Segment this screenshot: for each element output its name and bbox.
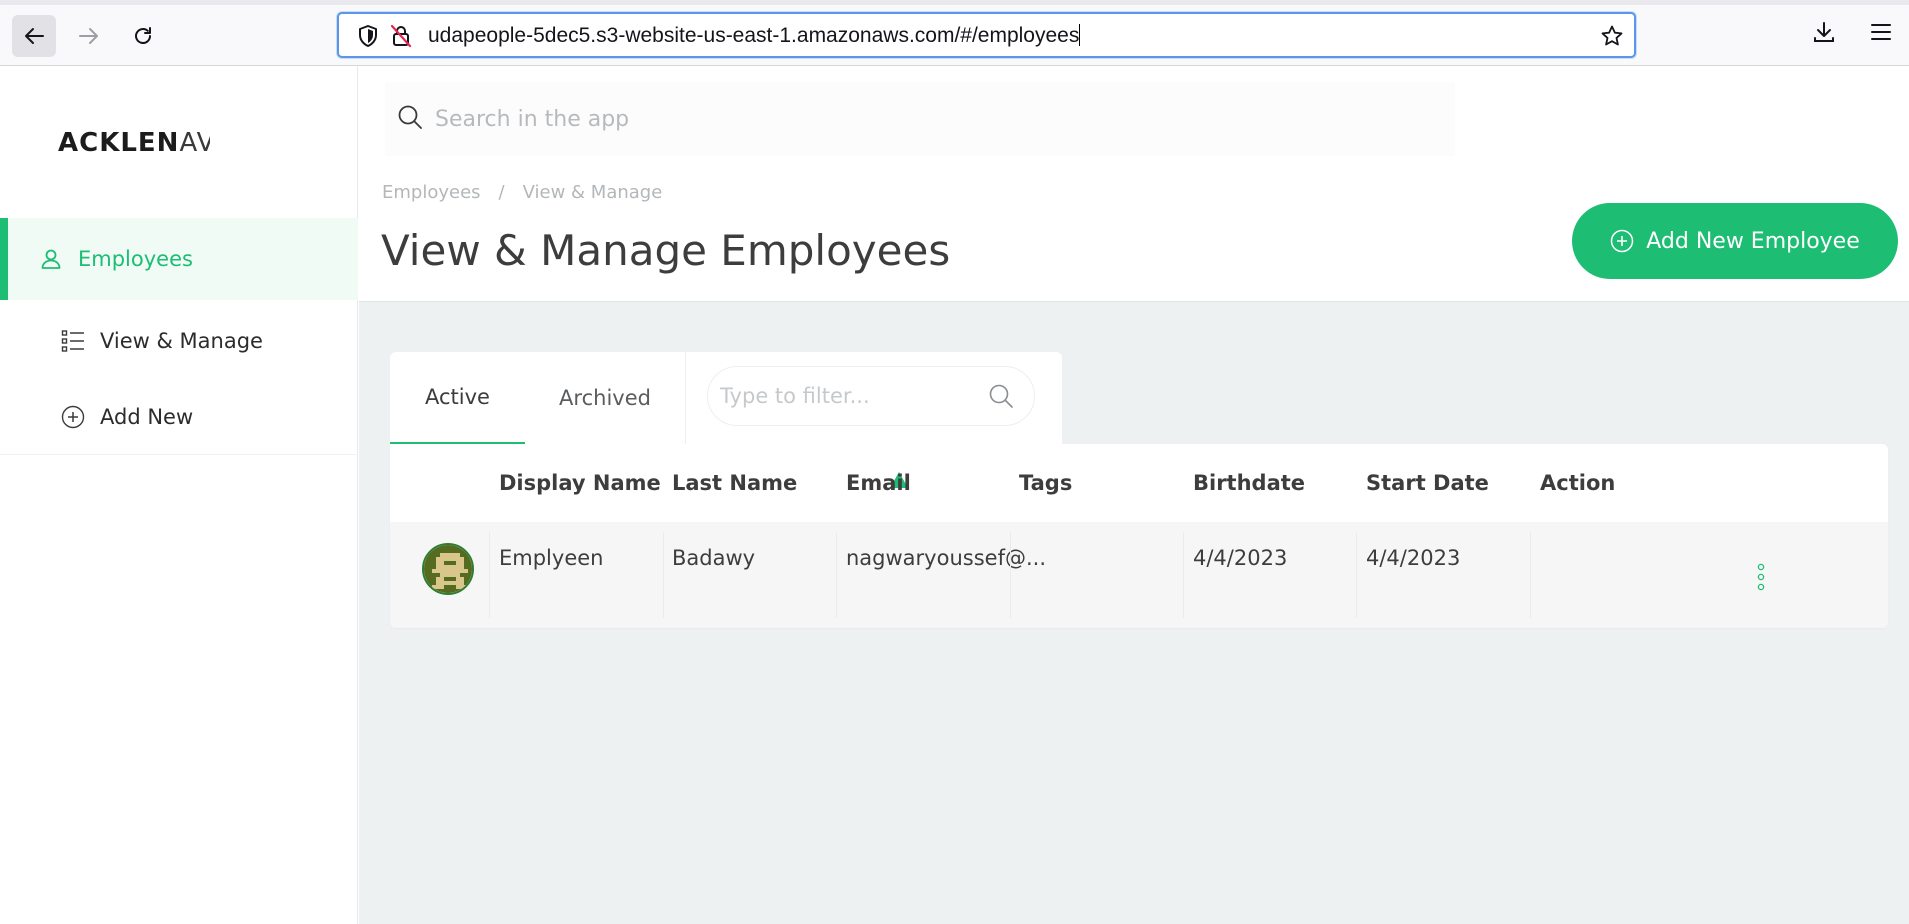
- cell-divider: [1356, 532, 1357, 618]
- column-header-tags[interactable]: Tags: [1019, 444, 1072, 522]
- table-header: Display Name Last Name Email Tags Birthd…: [390, 444, 1888, 522]
- plus-circle-icon: [1610, 229, 1634, 253]
- url-text[interactable]: udapeople-5dec5.s3-website-us-east-1.ama…: [428, 24, 1081, 48]
- cell-divider: [663, 532, 664, 618]
- forward-arrow-icon: [79, 28, 98, 44]
- sidebar: ACKLENAV Employees View & Manage Add New: [0, 66, 358, 924]
- user-icon: [38, 246, 64, 272]
- back-arrow-icon: [25, 28, 44, 44]
- topbar: [359, 66, 1909, 170]
- forward-button[interactable]: [67, 15, 111, 57]
- main-content: Employees / View & Manage View & Manage Em…: [359, 66, 1909, 924]
- shield-icon[interactable]: [357, 24, 379, 52]
- reload-icon: [135, 27, 151, 44]
- cell-last-name: Badawy: [672, 546, 756, 570]
- search-input[interactable]: [435, 106, 1335, 132]
- column-header-email[interactable]: Email: [846, 444, 911, 522]
- tabs-card: Active Archived: [390, 352, 1062, 444]
- list-icon: [60, 328, 86, 354]
- cell-email: nagwaryoussef@...: [846, 546, 1046, 570]
- sidebar-item-view-manage[interactable]: View & Manage: [0, 300, 358, 382]
- page-title: View & Manage Employees: [381, 226, 951, 275]
- cell-display-name: Emplyeen: [499, 546, 604, 570]
- browser-toolbar: udapeople-5dec5.s3-website-us-east-1.ama…: [0, 0, 1909, 66]
- sidebar-item-label: Employees: [78, 247, 193, 271]
- column-header-action: Action: [1540, 471, 1616, 495]
- row-actions-button[interactable]: [1748, 558, 1774, 598]
- column-header-birthdate[interactable]: Birthdate: [1193, 444, 1305, 522]
- breadcrumb-employees[interactable]: Employees: [382, 182, 481, 203]
- sidebar-divider: [0, 454, 358, 455]
- sidebar-item-add-new[interactable]: Add New: [0, 376, 358, 458]
- add-new-employee-label: Add New Employee: [1646, 228, 1860, 254]
- table-row[interactable]: Emplyeen Badawy nagwaryoussef@... 4/4/20…: [390, 522, 1888, 628]
- column-header-display-name[interactable]: Display Name: [499, 444, 661, 522]
- filter-box: [707, 366, 1035, 426]
- address-bar[interactable]: udapeople-5dec5.s3-website-us-east-1.ama…: [337, 12, 1636, 58]
- cell-divider: [836, 532, 837, 618]
- add-new-employee-button[interactable]: Add New Employee: [1572, 203, 1898, 279]
- cell-birthdate: 4/4/2023: [1193, 546, 1288, 570]
- cell-divider: [1010, 532, 1011, 618]
- tab-divider: [685, 352, 686, 444]
- employees-table: Display Name Last Name Email Tags Birthd…: [390, 444, 1888, 628]
- tab-strip-edge: [0, 0, 1909, 5]
- sidebar-item-employees[interactable]: Employees: [0, 218, 358, 300]
- back-button[interactable]: [12, 15, 56, 57]
- search-icon[interactable]: [988, 383, 1014, 409]
- reload-button[interactable]: [121, 15, 165, 57]
- logo[interactable]: ACKLENAV: [58, 128, 210, 158]
- column-header-last-name[interactable]: Last Name: [672, 444, 797, 522]
- sidebar-item-label: View & Manage: [100, 329, 263, 353]
- breadcrumb-separator: /: [498, 182, 505, 203]
- cell-divider: [489, 532, 490, 618]
- filter-input[interactable]: [720, 384, 980, 408]
- sidebar-item-label: Add New: [100, 405, 194, 429]
- page-header: Employees / View & Manage View & Manage Em…: [359, 170, 1909, 302]
- cell-divider: [1183, 532, 1184, 618]
- insecure-lock-icon[interactable]: [390, 24, 412, 52]
- breadcrumb-view-manage: View & Manage: [522, 182, 663, 203]
- search-icon: [397, 104, 423, 134]
- cell-start-date: 4/4/2023: [1366, 546, 1461, 570]
- tab-active[interactable]: Active: [390, 352, 525, 444]
- menu-icon[interactable]: [1870, 22, 1892, 46]
- cell-divider: [1530, 532, 1531, 618]
- breadcrumb: Employees / View & Manage: [382, 182, 662, 203]
- plus-circle-icon: [60, 404, 86, 430]
- download-icon[interactable]: [1812, 20, 1836, 48]
- avatar: [422, 543, 474, 595]
- tab-archived[interactable]: Archived: [525, 352, 685, 444]
- app-search: [385, 82, 1455, 156]
- more-vertical-icon: [1757, 563, 1765, 591]
- bookmark-star-icon[interactable]: [1600, 24, 1624, 52]
- column-header-start-date[interactable]: Start Date: [1366, 444, 1489, 522]
